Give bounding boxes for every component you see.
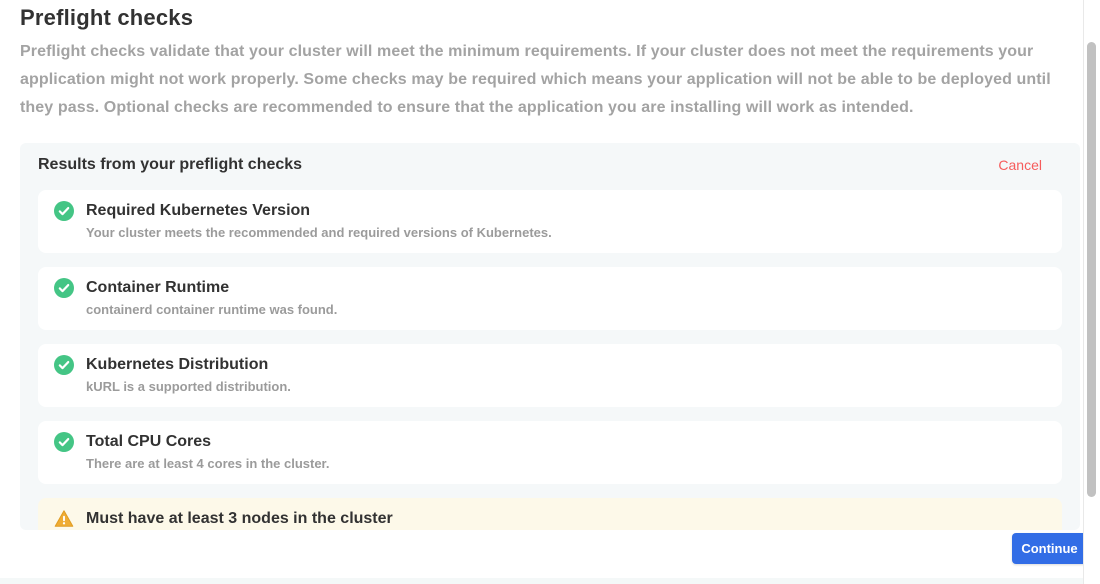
- check-text: Total CPU Cores There are at least 4 cor…: [86, 431, 330, 472]
- check-text: Kubernetes Distribution kURL is a suppor…: [86, 354, 291, 395]
- preflight-intro-text: Preflight checks validate that your clus…: [20, 38, 1060, 122]
- check-description: kURL is a supported distribution.: [86, 379, 291, 395]
- check-text: Must have at least 3 nodes in the cluste…: [86, 508, 393, 530]
- check-circle-icon: [54, 355, 74, 375]
- check-card: Kubernetes Distribution kURL is a suppor…: [38, 344, 1062, 407]
- check-list: Required Kubernetes Version Your cluster…: [38, 190, 1062, 530]
- check-card: Must have at least 3 nodes in the cluste…: [38, 498, 1062, 530]
- check-card: Total CPU Cores There are at least 4 cor…: [38, 421, 1062, 484]
- check-text: Required Kubernetes Version Your cluster…: [86, 200, 552, 241]
- check-description: containerd container runtime was found.: [86, 302, 337, 318]
- check-title: Total CPU Cores: [86, 431, 330, 452]
- check-title: Container Runtime: [86, 277, 337, 298]
- preflight-checks-page: Preflight checks Preflight checks valida…: [0, 0, 1100, 584]
- preflight-results-panel: Results from your preflight checks Cance…: [20, 143, 1080, 530]
- check-text: Container Runtime containerd container r…: [86, 277, 337, 318]
- check-card: Container Runtime containerd container r…: [38, 267, 1062, 330]
- check-circle-icon: [54, 201, 74, 221]
- footer-divider: [0, 578, 1083, 584]
- check-title: Required Kubernetes Version: [86, 200, 552, 221]
- scrollbar-thumb[interactable]: [1087, 42, 1096, 497]
- panel-title: Results from your preflight checks: [38, 156, 302, 174]
- check-description: Your cluster meets the recommended and r…: [86, 225, 552, 241]
- check-circle-icon: [54, 278, 74, 298]
- warning-triangle-icon: [54, 509, 74, 529]
- check-circle-icon: [54, 432, 74, 452]
- cancel-button[interactable]: Cancel: [998, 157, 1042, 173]
- continue-button[interactable]: Continue: [1012, 533, 1087, 564]
- page-title: Preflight checks: [20, 5, 193, 31]
- check-title: Kubernetes Distribution: [86, 354, 291, 375]
- check-description: There are at least 4 cores in the cluste…: [86, 456, 330, 472]
- scrollbar-track: [1083, 0, 1100, 584]
- check-title: Must have at least 3 nodes in the cluste…: [86, 508, 393, 529]
- check-card: Required Kubernetes Version Your cluster…: [38, 190, 1062, 253]
- panel-header: Results from your preflight checks Cance…: [38, 156, 1062, 174]
